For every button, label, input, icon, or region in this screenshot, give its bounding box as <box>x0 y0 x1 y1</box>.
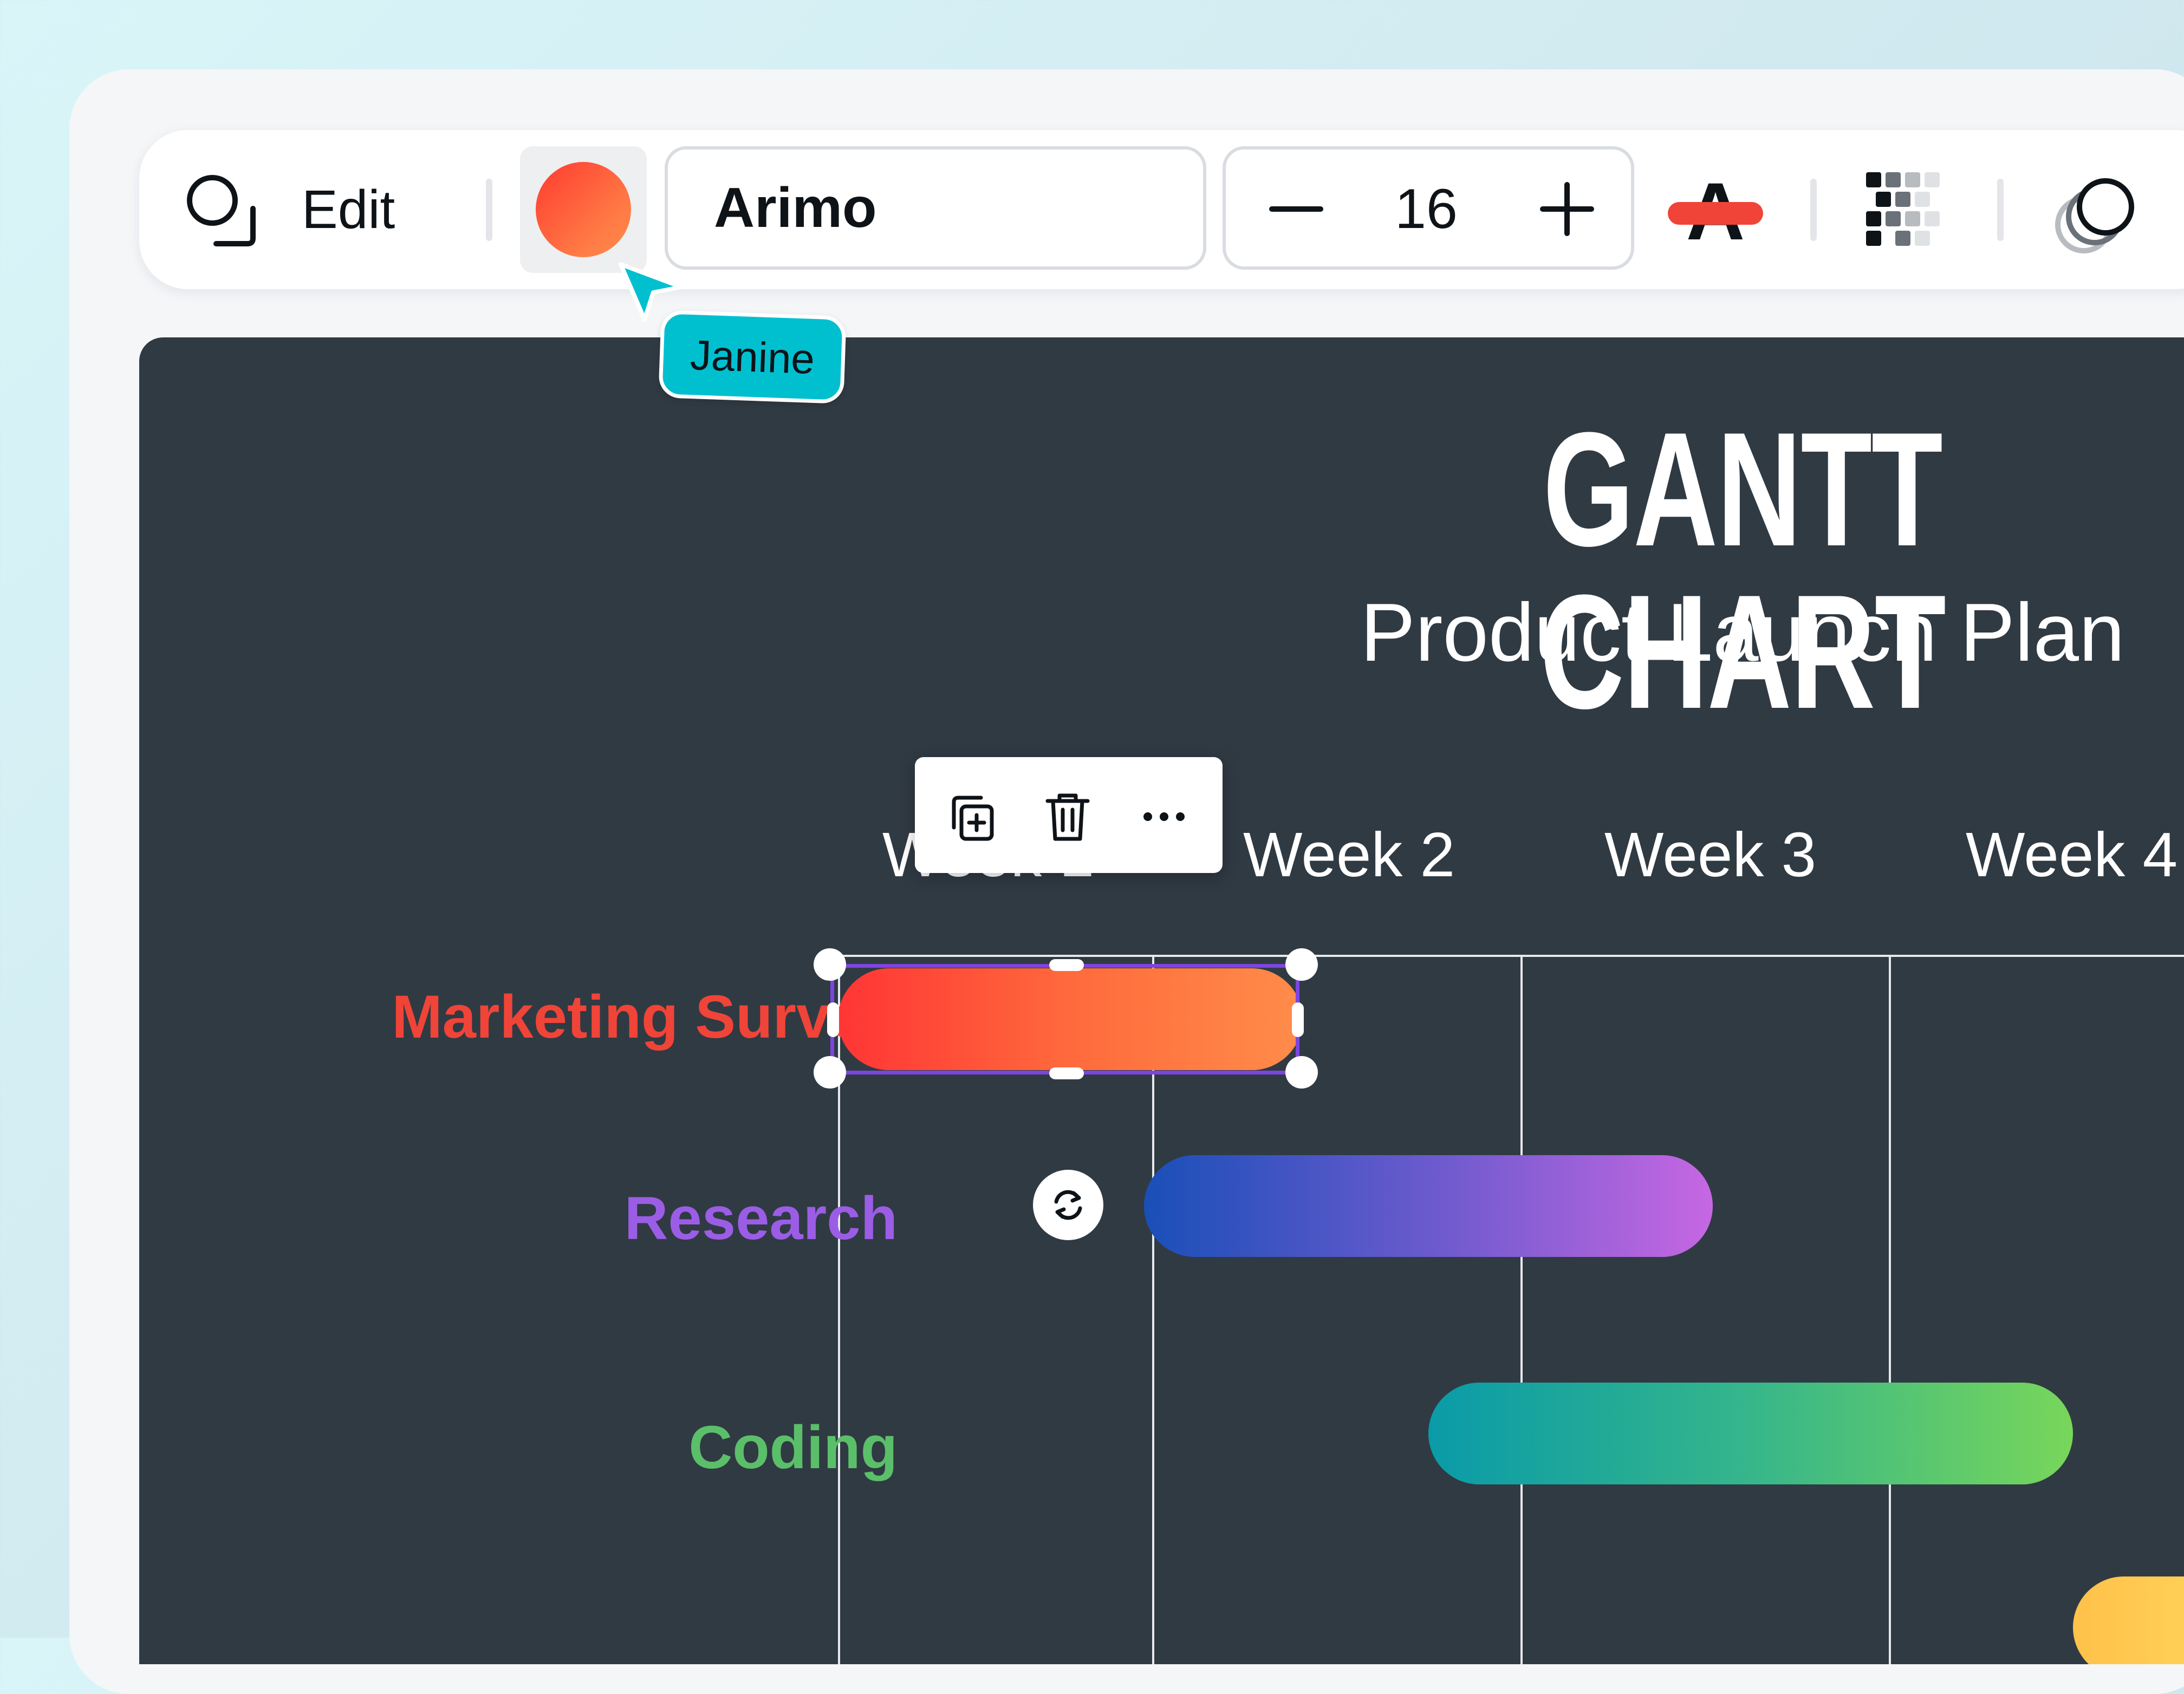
text-color-bar <box>1668 202 1763 225</box>
effects-icon[interactable] <box>2051 168 2154 260</box>
task-bar[interactable] <box>2073 1576 2184 1664</box>
task-label-marketing-survey[interactable]: Marketing Survey <box>392 982 898 1052</box>
selection-box <box>830 964 1299 1074</box>
chart-subtitle[interactable]: Product Launch Plan <box>1309 587 2176 679</box>
task-bar-research[interactable] <box>1144 1155 1713 1257</box>
text-color-button[interactable]: A <box>1667 152 1764 271</box>
toolbar-divider <box>486 179 492 241</box>
rotate-icon <box>1054 1190 1082 1220</box>
resize-handle[interactable] <box>814 948 846 981</box>
rotate-button[interactable] <box>1033 1170 1103 1240</box>
resize-handle[interactable] <box>1049 959 1084 971</box>
fill-color-button[interactable] <box>520 146 647 273</box>
font-size-value[interactable]: 16 <box>1350 171 1502 247</box>
week-label: Week 2 <box>1243 819 1455 890</box>
context-menu <box>915 757 1223 873</box>
grid-line <box>1520 955 1523 1664</box>
task-label-coding[interactable]: Coding <box>688 1412 898 1483</box>
font-family-dropdown[interactable]: Arimo <box>665 146 1206 270</box>
trash-icon <box>1045 793 1090 841</box>
task-label-research[interactable]: Research <box>625 1183 898 1254</box>
resize-handle[interactable] <box>814 1056 846 1089</box>
collaborator-name-tag: Janine <box>658 310 847 404</box>
edit-button[interactable]: Edit <box>302 173 395 246</box>
chart-title[interactable]: GANTT CHART <box>1470 408 2016 733</box>
font-size-stepper: 16 <box>1223 146 1634 270</box>
element-toolbar: Edit Arimo 16 A <box>139 130 2184 289</box>
more-icon <box>1143 812 1185 821</box>
resize-handle[interactable] <box>1285 1056 1318 1089</box>
week-label: Week 4 <box>1966 819 2178 890</box>
toolbar-divider <box>1810 179 1817 241</box>
design-canvas[interactable]: GANTT CHART Product Launch Plan Week 1 W… <box>139 337 2184 1664</box>
increase-size-button[interactable] <box>1529 171 1605 247</box>
resize-handle[interactable] <box>1049 1067 1084 1079</box>
transparency-icon[interactable] <box>1862 168 1948 255</box>
color-swatch <box>536 162 631 257</box>
duplicate-button[interactable] <box>939 784 1004 849</box>
more-options-button[interactable] <box>1132 784 1197 849</box>
task-bar-coding[interactable] <box>1428 1383 2073 1484</box>
delete-button[interactable] <box>1035 784 1100 849</box>
shapes-icon[interactable] <box>183 171 264 252</box>
resize-handle[interactable] <box>1285 948 1318 981</box>
week-label: Week 3 <box>1604 819 1817 890</box>
resize-handle[interactable] <box>1292 1002 1304 1037</box>
toolbar-divider <box>1997 179 2004 241</box>
resize-handle[interactable] <box>827 1002 839 1037</box>
grid-line <box>838 955 2184 957</box>
duplicate-icon <box>952 796 994 841</box>
grid-line <box>1889 955 1891 1664</box>
decrease-size-button[interactable] <box>1258 171 1334 247</box>
